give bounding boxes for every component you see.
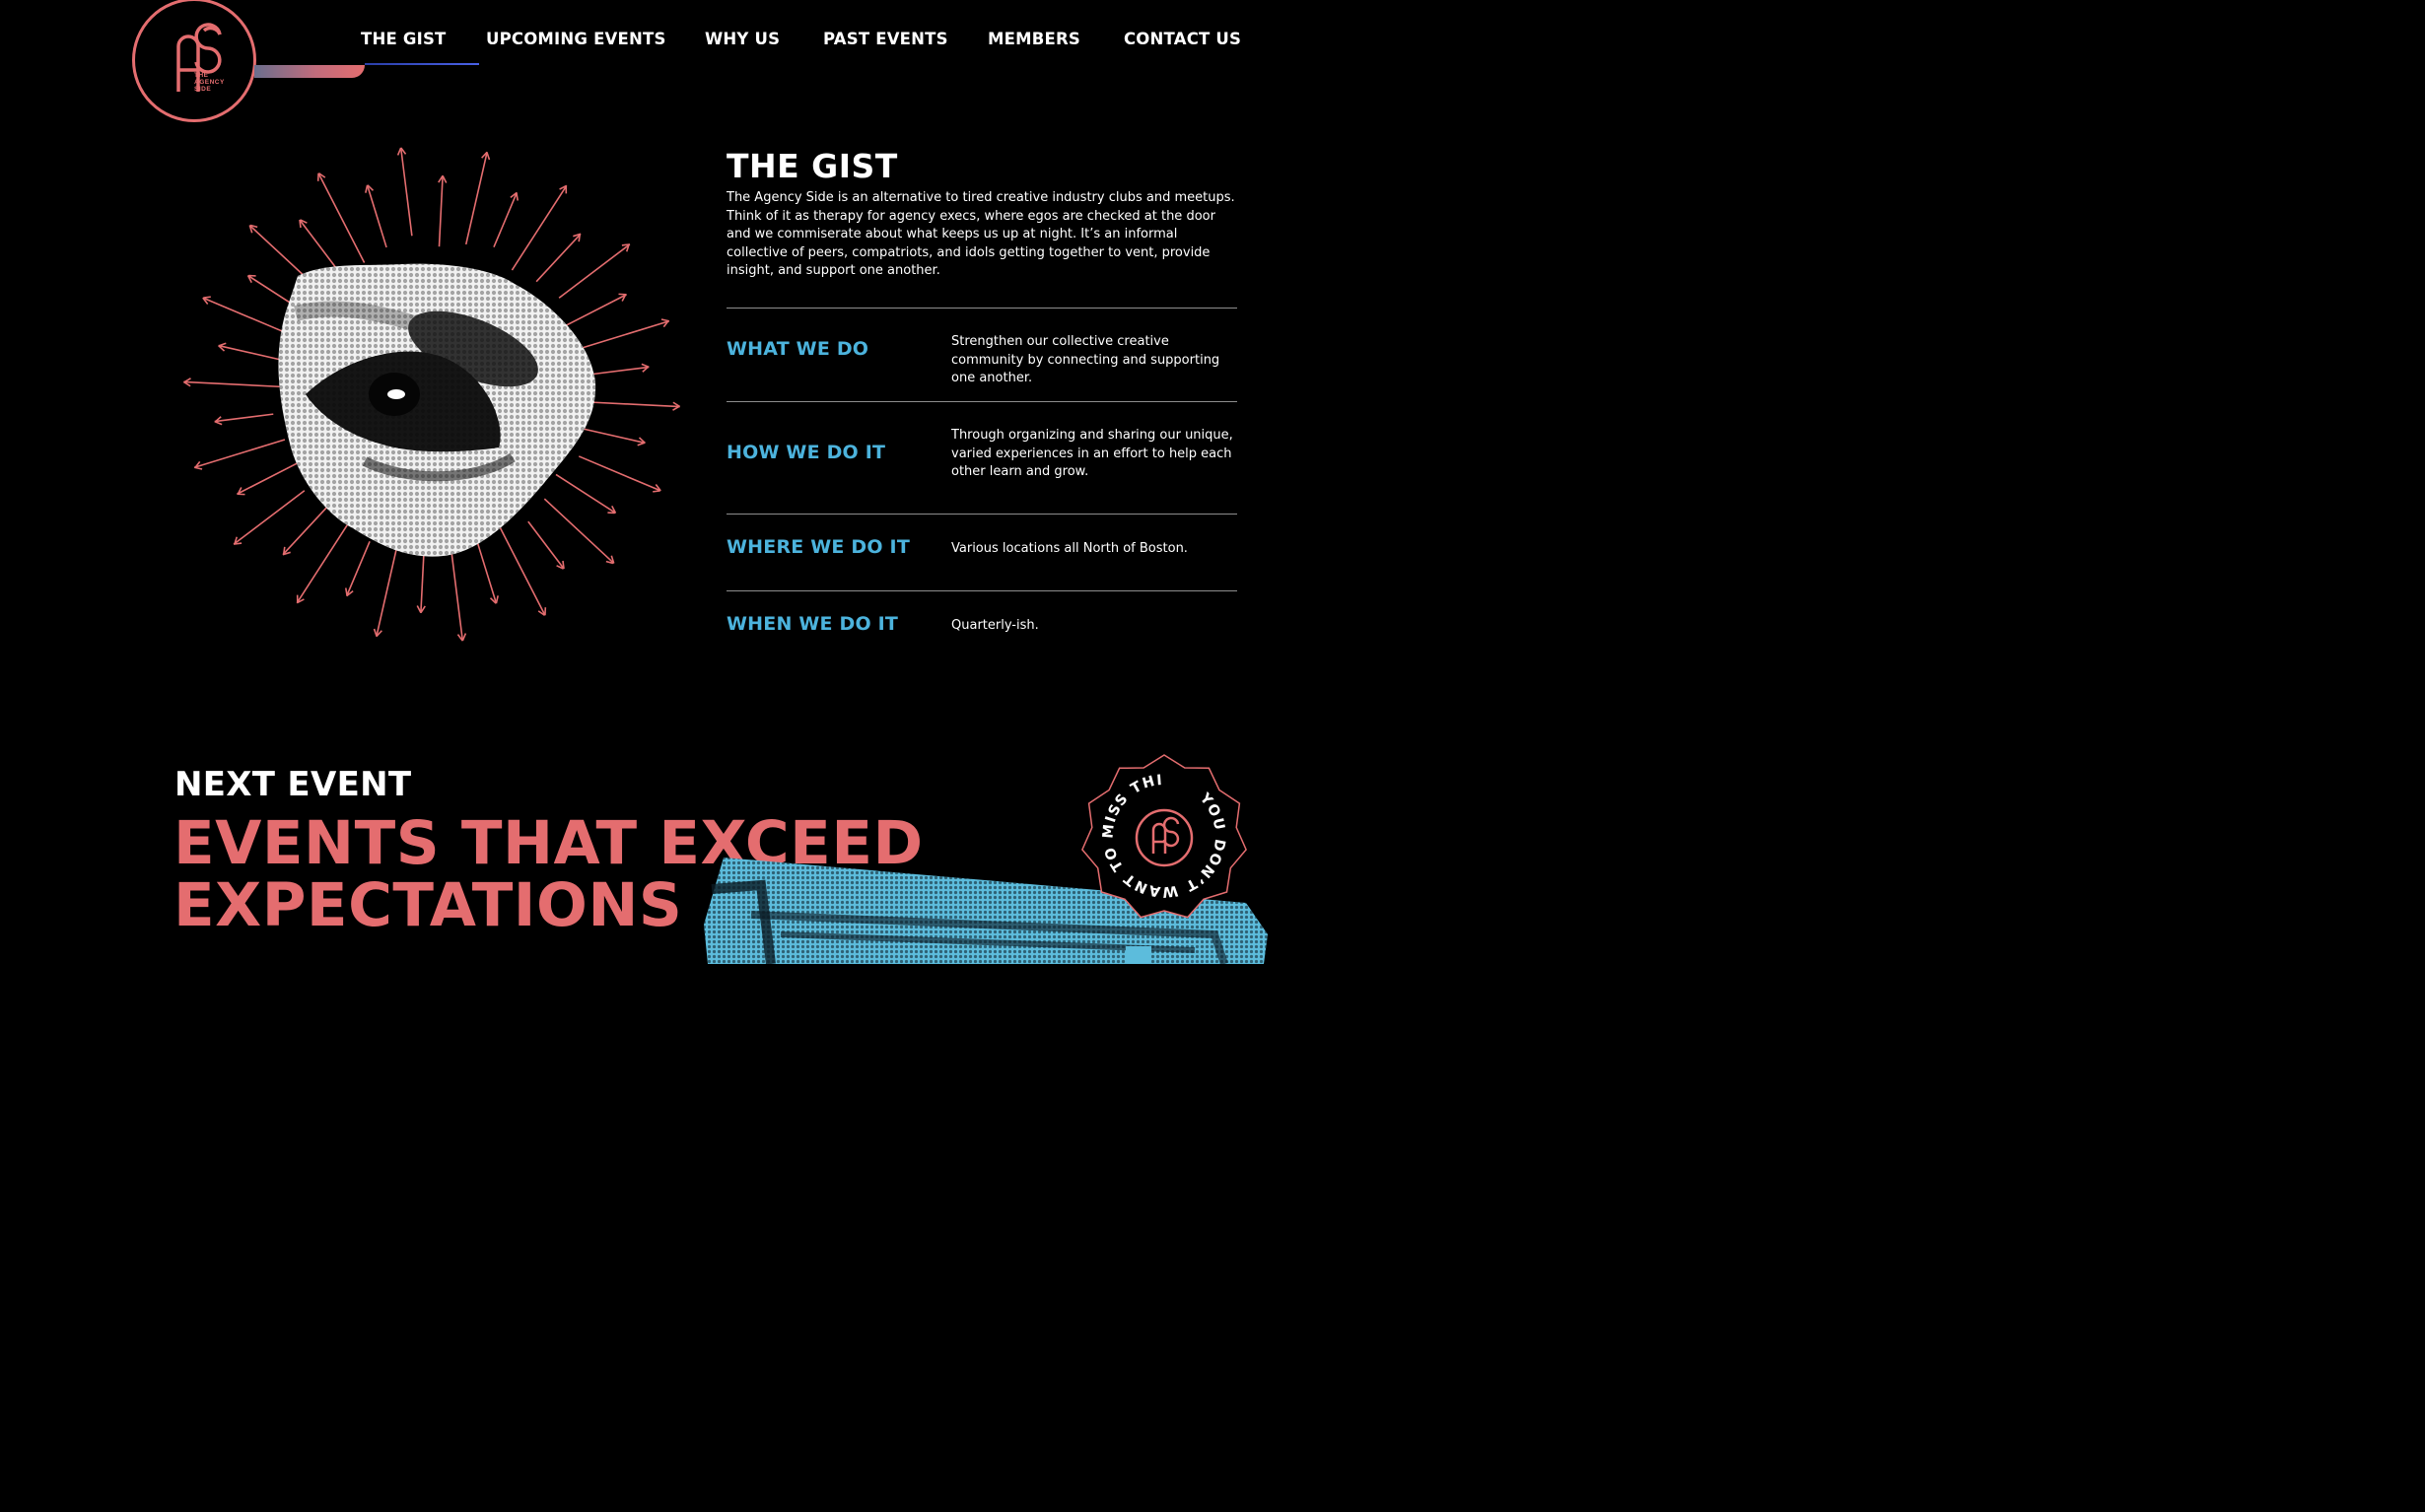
row-label-when: WHEN WE DO IT <box>727 613 899 635</box>
starburst-ray <box>555 473 616 515</box>
starburst-ray <box>438 175 444 247</box>
starburst-ray <box>527 520 565 570</box>
nav-item-why-us[interactable]: WHY US <box>705 30 780 48</box>
starburst-ray <box>202 297 286 333</box>
nav-item-past-events[interactable]: PAST EVENTS <box>823 30 948 48</box>
starburst-ray <box>399 147 413 237</box>
starburst-ray <box>579 400 680 408</box>
row-label-where: WHERE WE DO IT <box>727 536 910 558</box>
logo-monogram-icon <box>176 23 222 92</box>
nav-item-members[interactable]: MEMBERS <box>988 30 1080 48</box>
starburst-ray <box>578 455 661 492</box>
starburst-ray <box>317 172 366 263</box>
starburst-ray <box>233 490 306 545</box>
starburst-ray <box>464 152 488 245</box>
halftone-eye-icon <box>278 263 596 557</box>
gist-intro-text: The Agency Side is an alternative to tir… <box>727 190 1235 279</box>
starburst-ray <box>299 219 336 268</box>
divider <box>727 308 1237 309</box>
row-text-what: Strengthen our collective creative commu… <box>951 334 1220 386</box>
starburst-ray <box>366 184 387 248</box>
row-text-when: Quarterly-ish. <box>951 618 1039 633</box>
starburst-ray <box>535 233 582 283</box>
starburst-ray <box>563 294 627 328</box>
divider <box>727 590 1237 591</box>
gist-title: THE GIST <box>727 147 898 185</box>
divider <box>727 514 1237 515</box>
starburst-ray <box>376 543 399 637</box>
must-see-badge: YOU DON’T WANT TO MISS THIS EVENT · <box>1080 751 1247 919</box>
row-label-what: WHAT WE DO <box>727 338 869 360</box>
starburst-ray <box>450 552 464 642</box>
starburst-ray <box>543 498 615 565</box>
row-text-where: Various locations all North of Boston. <box>951 541 1188 556</box>
starburst-ray <box>183 380 285 388</box>
starburst-ray <box>237 460 301 495</box>
starburst-ray <box>558 243 631 299</box>
starburst-ray <box>493 192 518 248</box>
starburst-ray <box>589 366 650 376</box>
starburst-ray <box>214 413 274 423</box>
starburst-ray <box>581 427 646 445</box>
next-event-heading: NEXT EVENT <box>174 765 412 804</box>
site-logo[interactable]: THE AGENCY SIDE <box>132 0 256 122</box>
starburst-ray <box>218 344 283 362</box>
logo-tail-decoration <box>254 65 365 78</box>
starburst-ray <box>578 319 670 350</box>
starburst-ray <box>476 540 498 604</box>
nav-item-upcoming-events[interactable]: UPCOMING EVENTS <box>486 30 666 48</box>
nav-item-the-gist[interactable]: THE GIST <box>361 30 447 48</box>
starburst-ray <box>193 439 286 469</box>
starburst-ray <box>498 525 546 616</box>
nav-item-contact-us[interactable]: CONTACT US <box>1124 30 1241 48</box>
logo-wordmark: THE AGENCY SIDE <box>194 72 225 93</box>
nav-active-underline <box>365 63 479 65</box>
row-text-how: Through organizing and sharing our uniqu… <box>951 428 1233 480</box>
divider <box>727 401 1237 402</box>
starburst-ray <box>346 540 371 596</box>
starburst-ray <box>282 506 328 556</box>
hero-starburst <box>182 147 681 642</box>
row-label-how: HOW WE DO IT <box>727 442 886 463</box>
